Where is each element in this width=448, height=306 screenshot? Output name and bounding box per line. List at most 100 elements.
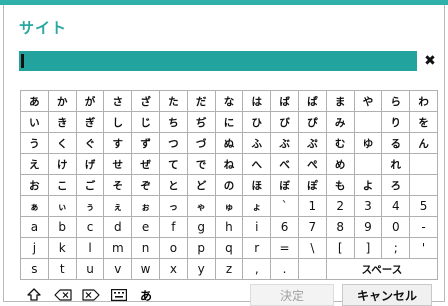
keyboard-key[interactable]: く bbox=[47, 132, 77, 154]
keyboard-key[interactable]: の bbox=[214, 174, 244, 196]
keyboard-key[interactable]: ば bbox=[270, 90, 299, 112]
keyboard-icon[interactable] bbox=[107, 284, 131, 306]
keyboard-key[interactable]: で bbox=[186, 153, 216, 175]
keyboard-key[interactable]: い bbox=[20, 111, 49, 133]
keyboard-key[interactable]: ゅ bbox=[214, 195, 244, 217]
delete-icon[interactable] bbox=[79, 284, 103, 306]
keyboard-key[interactable]: ゃ bbox=[186, 195, 216, 217]
input-mode-toggle[interactable]: あ bbox=[136, 284, 156, 306]
keyboard-key[interactable]: [ bbox=[325, 237, 355, 259]
keyboard-key[interactable]: ざ bbox=[131, 90, 160, 112]
keyboard-key[interactable]: を bbox=[409, 111, 438, 133]
keyboard-key[interactable]: き bbox=[47, 111, 77, 133]
keyboard-key[interactable]: o bbox=[158, 237, 188, 259]
keyboard-key[interactable]: ぜ bbox=[131, 153, 160, 175]
keyboard-key[interactable]: っ bbox=[158, 195, 188, 217]
keyboard-key[interactable]: お bbox=[20, 174, 49, 196]
keyboard-key[interactable]: ず bbox=[131, 132, 160, 154]
keyboard-key[interactable]: 1 bbox=[297, 195, 327, 217]
keyboard-key[interactable]: ぐ bbox=[75, 132, 105, 154]
keyboard-key[interactable]: た bbox=[158, 90, 188, 112]
keyboard-key[interactable]: も bbox=[325, 174, 355, 196]
keyboard-key[interactable]: m bbox=[103, 237, 133, 259]
keyboard-key[interactable]: ぷ bbox=[297, 132, 327, 154]
keyboard-key[interactable]: c bbox=[75, 216, 105, 238]
keyboard-key[interactable]: よ bbox=[353, 174, 383, 196]
text-input[interactable] bbox=[19, 51, 417, 71]
keyboard-key[interactable]: \ bbox=[297, 237, 327, 259]
keyboard-key[interactable]: び bbox=[270, 111, 299, 133]
keyboard-key[interactable]: q bbox=[214, 237, 244, 259]
keyboard-key[interactable]: ょ bbox=[242, 195, 272, 217]
keyboard-key[interactable]: つ bbox=[158, 132, 188, 154]
keyboard-key[interactable]: f bbox=[158, 216, 188, 238]
keyboard-key[interactable]: y bbox=[186, 258, 216, 280]
keyboard-key[interactable]: む bbox=[325, 132, 355, 154]
keyboard-key[interactable]: k bbox=[47, 237, 77, 259]
keyboard-key[interactable]: w bbox=[131, 258, 160, 280]
keyboard-key[interactable]: ほ bbox=[242, 174, 272, 196]
keyboard-key[interactable]: に bbox=[214, 111, 244, 133]
keyboard-key[interactable]: じ bbox=[131, 111, 160, 133]
keyboard-key[interactable]: わ bbox=[409, 90, 438, 112]
keyboard-key[interactable]: a bbox=[20, 216, 49, 238]
keyboard-key[interactable]: d bbox=[103, 216, 133, 238]
clear-icon[interactable]: ✖ bbox=[423, 53, 437, 69]
keyboard-key[interactable]: t bbox=[47, 258, 77, 280]
keyboard-key[interactable]: せ bbox=[103, 153, 133, 175]
keyboard-key[interactable]: s bbox=[20, 258, 49, 280]
keyboard-key[interactable]: ら bbox=[381, 90, 411, 112]
keyboard-key[interactable]: i bbox=[242, 216, 272, 238]
keyboard-key[interactable]: へ bbox=[242, 153, 272, 175]
keyboard-key[interactable]: そ bbox=[103, 174, 133, 196]
keyboard-key[interactable]: ね bbox=[214, 153, 244, 175]
keyboard-key[interactable]: ぅ bbox=[75, 195, 105, 217]
space-key[interactable]: スペース bbox=[325, 258, 439, 280]
keyboard-key[interactable]: ん bbox=[409, 132, 438, 154]
keyboard-key[interactable]: ち bbox=[158, 111, 188, 133]
keyboard-key[interactable]: 9 bbox=[353, 216, 383, 238]
keyboard-key[interactable]: . bbox=[270, 258, 299, 280]
keyboard-key[interactable]: ぇ bbox=[103, 195, 133, 217]
keyboard-key[interactable]: だ bbox=[186, 90, 216, 112]
keyboard-key[interactable]: 7 bbox=[297, 216, 327, 238]
keyboard-key[interactable]: ご bbox=[75, 174, 105, 196]
keyboard-key[interactable]: 8 bbox=[325, 216, 355, 238]
keyboard-key[interactable]: ぁ bbox=[20, 195, 49, 217]
keyboard-key[interactable]: h bbox=[214, 216, 244, 238]
keyboard-key[interactable]: こ bbox=[47, 174, 77, 196]
keyboard-key[interactable]: と bbox=[158, 174, 188, 196]
backspace-icon[interactable] bbox=[51, 284, 75, 306]
keyboard-key[interactable]: ぃ bbox=[47, 195, 77, 217]
keyboard-key[interactable]: n bbox=[131, 237, 160, 259]
keyboard-key[interactable]: や bbox=[353, 90, 383, 112]
keyboard-key[interactable]: か bbox=[47, 90, 77, 112]
keyboard-key[interactable]: ` bbox=[270, 195, 299, 217]
keyboard-key[interactable]: づ bbox=[186, 132, 216, 154]
keyboard-key[interactable]: ] bbox=[353, 237, 383, 259]
keyboard-key[interactable]: る bbox=[381, 132, 411, 154]
keyboard-key[interactable]: て bbox=[158, 153, 188, 175]
keyboard-key[interactable]: r bbox=[242, 237, 272, 259]
keyboard-key[interactable]: え bbox=[20, 153, 49, 175]
keyboard-key[interactable]: ぴ bbox=[297, 111, 327, 133]
keyboard-key[interactable]: が bbox=[75, 90, 105, 112]
keyboard-key[interactable]: す bbox=[103, 132, 133, 154]
keyboard-key[interactable]: は bbox=[242, 90, 272, 112]
keyboard-key[interactable]: ぱ bbox=[297, 90, 327, 112]
keyboard-key[interactable]: z bbox=[214, 258, 244, 280]
keyboard-key[interactable]: v bbox=[103, 258, 133, 280]
keyboard-key[interactable]: ひ bbox=[242, 111, 272, 133]
keyboard-key[interactable]: べ bbox=[270, 153, 299, 175]
keyboard-key[interactable]: ぼ bbox=[270, 174, 299, 196]
keyboard-key[interactable]: 0 bbox=[381, 216, 411, 238]
keyboard-key[interactable]: p bbox=[186, 237, 216, 259]
keyboard-key[interactable]: め bbox=[325, 153, 355, 175]
keyboard-key[interactable]: け bbox=[47, 153, 77, 175]
keyboard-key[interactable]: 5 bbox=[409, 195, 438, 217]
keyboard-key[interactable]: あ bbox=[20, 90, 49, 112]
keyboard-key[interactable]: u bbox=[75, 258, 105, 280]
keyboard-key[interactable]: 2 bbox=[325, 195, 355, 217]
keyboard-key[interactable]: ぺ bbox=[297, 153, 327, 175]
keyboard-key[interactable]: ろ bbox=[381, 174, 411, 196]
